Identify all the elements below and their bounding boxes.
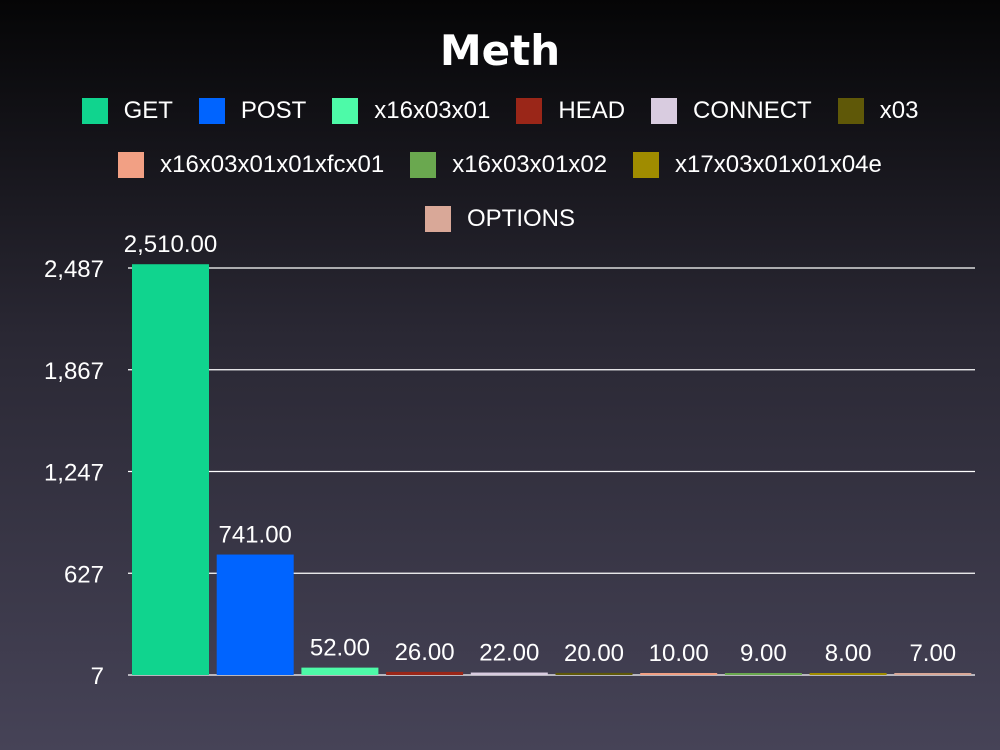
y-tick-label: 1,867 bbox=[44, 358, 104, 385]
bar-connect[interactable] bbox=[470, 672, 548, 675]
data-label: 741.00 bbox=[218, 522, 291, 549]
bars bbox=[132, 264, 972, 675]
y-tick-label: 1,247 bbox=[44, 460, 104, 487]
bar-x17x03x01x01x04e[interactable] bbox=[809, 673, 887, 675]
data-label: 8.00 bbox=[825, 640, 872, 667]
y-axis-ticks: 7 627 1,247 1,867 2,487 bbox=[44, 256, 104, 690]
data-label: 20.00 bbox=[564, 640, 624, 667]
bar-x16x03x01x02[interactable] bbox=[724, 673, 802, 675]
data-label: 52.00 bbox=[310, 635, 370, 662]
data-label: 2,510.00 bbox=[124, 231, 217, 258]
plot-area: 7 627 1,247 1,867 2,487 2,510.00 741.00 52.00 2… bbox=[44, 231, 975, 690]
y-tick-label: 2,487 bbox=[44, 256, 104, 283]
data-label: 22.00 bbox=[479, 640, 539, 667]
y-tick-label: 7 bbox=[91, 663, 104, 690]
bar-post[interactable] bbox=[216, 554, 294, 675]
data-label: 9.00 bbox=[740, 640, 787, 667]
y-tick-label: 627 bbox=[64, 561, 104, 588]
bar-x16x03x01[interactable] bbox=[301, 667, 379, 675]
bar-options[interactable] bbox=[894, 673, 972, 675]
bar-head[interactable] bbox=[386, 671, 464, 675]
bar-get[interactable] bbox=[132, 264, 209, 675]
data-label: 7.00 bbox=[909, 640, 956, 667]
data-label: 10.00 bbox=[649, 640, 709, 667]
data-label: 26.00 bbox=[395, 639, 455, 666]
bar-x16x03x01x01xfcx01[interactable] bbox=[640, 673, 718, 675]
bar-x03[interactable] bbox=[555, 672, 633, 675]
